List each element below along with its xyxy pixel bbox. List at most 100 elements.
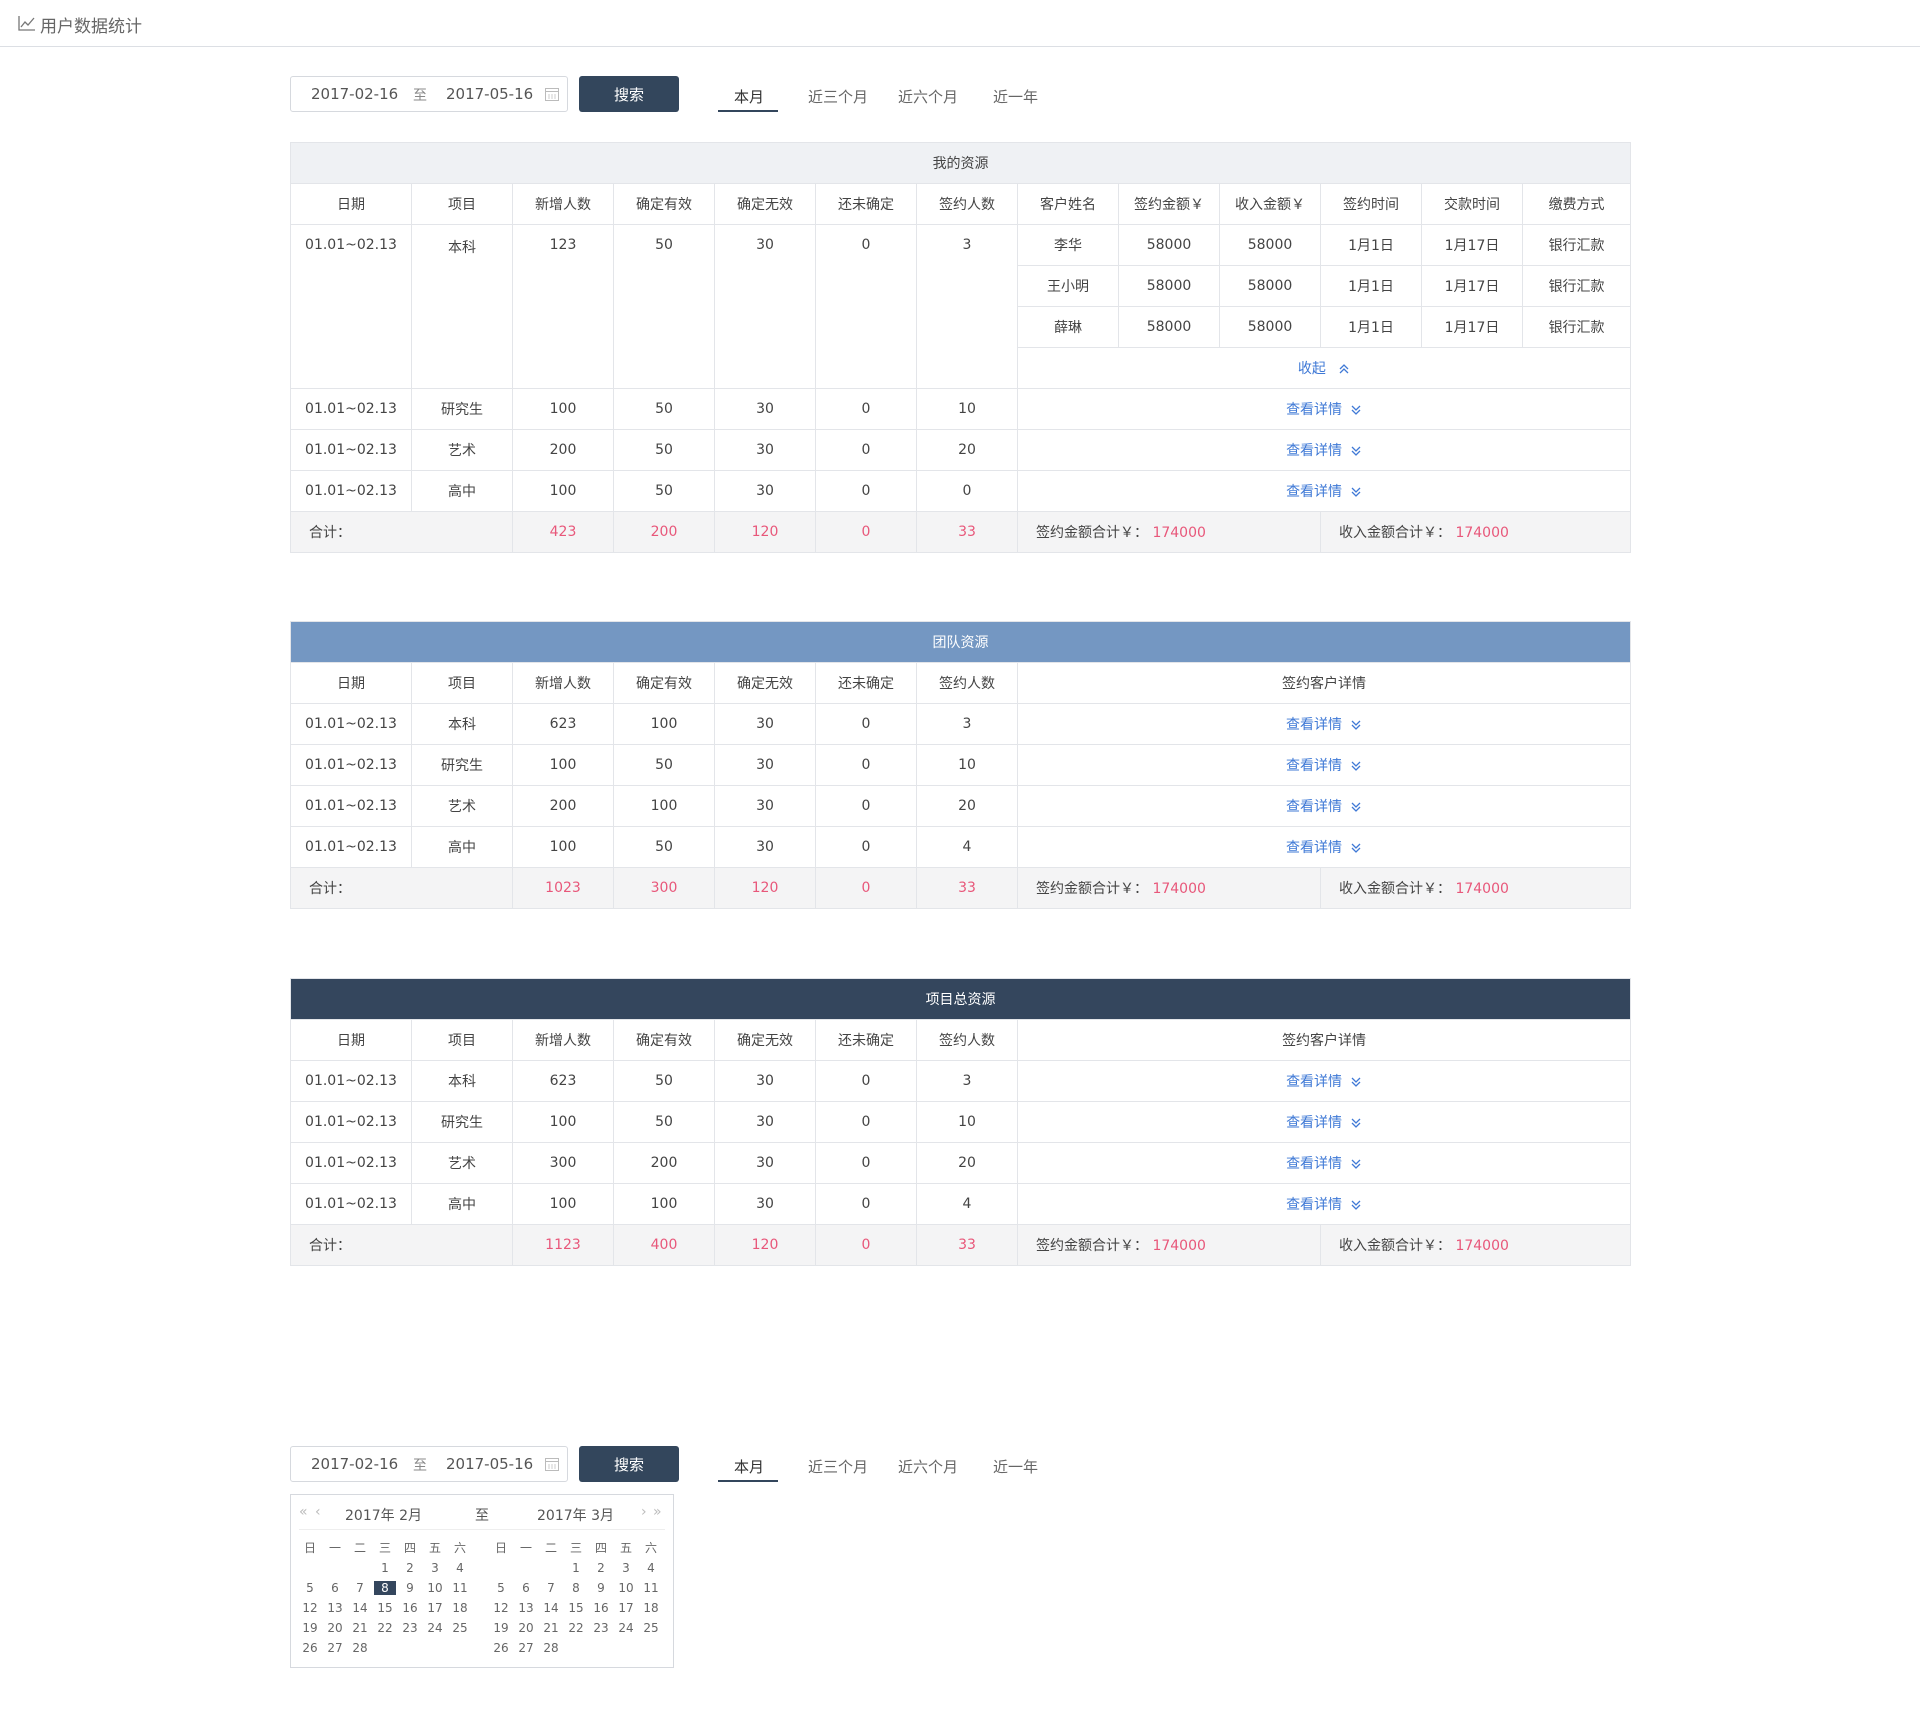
view-detail-link[interactable]: 查看详情 bbox=[1286, 1197, 1362, 1213]
calendar-day[interactable]: 11 bbox=[449, 1581, 471, 1595]
calendar-day[interactable]: 4 bbox=[449, 1561, 471, 1575]
calendar-day[interactable]: 11 bbox=[640, 1581, 662, 1595]
view-detail-link[interactable]: 查看详情 bbox=[1286, 758, 1362, 774]
calendar-day[interactable]: 4 bbox=[640, 1561, 662, 1575]
calendar-day[interactable]: 25 bbox=[640, 1621, 662, 1635]
calendar-day[interactable]: 8 bbox=[374, 1581, 396, 1595]
tab-three-months[interactable]: 近三个月 bbox=[808, 86, 868, 107]
calendar-day[interactable]: 6 bbox=[515, 1581, 537, 1595]
view-detail-link[interactable]: 查看详情 bbox=[1286, 443, 1362, 459]
calendar-day[interactable]: 17 bbox=[615, 1601, 637, 1615]
next-year-icon[interactable]: » bbox=[653, 1504, 662, 1520]
calendar-day[interactable]: 13 bbox=[324, 1601, 346, 1615]
tab-this-month[interactable]: 本月 bbox=[734, 86, 764, 107]
calendar-day[interactable]: 3 bbox=[424, 1561, 446, 1575]
calendar-day[interactable]: 9 bbox=[399, 1581, 421, 1595]
calendar-day[interactable]: 21 bbox=[540, 1621, 562, 1635]
calendar-day[interactable]: 5 bbox=[299, 1581, 321, 1595]
calendar-icon[interactable] bbox=[545, 87, 559, 101]
calendar-day[interactable]: 23 bbox=[399, 1621, 421, 1635]
calendar-day[interactable]: 15 bbox=[565, 1601, 587, 1615]
prev-month-icon[interactable]: ‹ bbox=[315, 1504, 321, 1520]
calendar-day[interactable]: 7 bbox=[349, 1581, 371, 1595]
calendar-day[interactable]: 22 bbox=[374, 1621, 396, 1635]
calendar-icon[interactable] bbox=[545, 1457, 559, 1471]
cell-new: 200 bbox=[512, 785, 614, 827]
cell-pending: 0 bbox=[815, 429, 917, 471]
calendar-day[interactable]: 16 bbox=[590, 1601, 612, 1615]
calendar-day[interactable]: 22 bbox=[565, 1621, 587, 1635]
calendar-day[interactable]: 27 bbox=[324, 1641, 346, 1655]
calendar-day[interactable]: 28 bbox=[349, 1641, 371, 1655]
calendar-day[interactable]: 12 bbox=[490, 1601, 512, 1615]
prev-year-icon[interactable]: « bbox=[299, 1504, 308, 1520]
calendar-day[interactable]: 9 bbox=[590, 1581, 612, 1595]
tab-three-months[interactable]: 近三个月 bbox=[808, 1456, 868, 1477]
end-date[interactable]: 2017-05-16 bbox=[446, 1455, 533, 1473]
view-detail-link[interactable]: 查看详情 bbox=[1286, 402, 1362, 418]
view-detail-label: 查看详情 bbox=[1286, 717, 1343, 733]
view-detail-link[interactable]: 查看详情 bbox=[1286, 799, 1362, 815]
view-detail-link[interactable]: 查看详情 bbox=[1286, 717, 1362, 733]
calendar-day[interactable]: 2 bbox=[590, 1561, 612, 1575]
cell-sign-time: 1月1日 bbox=[1320, 224, 1422, 266]
calendar-day[interactable]: 26 bbox=[299, 1641, 321, 1655]
calendar-day[interactable]: 28 bbox=[540, 1641, 562, 1655]
date-range-input[interactable]: 2017-02-16 至 2017-05-16 bbox=[290, 76, 568, 112]
calendar-day[interactable]: 26 bbox=[490, 1641, 512, 1655]
calendar-day[interactable]: 24 bbox=[424, 1621, 446, 1635]
cell-date: 01.01~02.13 bbox=[290, 703, 412, 745]
calendar-day[interactable]: 20 bbox=[324, 1621, 346, 1635]
tab-six-months[interactable]: 近六个月 bbox=[898, 1456, 958, 1477]
calendar-day[interactable]: 12 bbox=[299, 1601, 321, 1615]
cell-new: 200 bbox=[512, 429, 614, 471]
collapse-link[interactable]: 收起 bbox=[1298, 361, 1350, 377]
view-detail-link[interactable]: 查看详情 bbox=[1286, 1156, 1362, 1172]
calendar-day[interactable]: 18 bbox=[449, 1601, 471, 1615]
search-button[interactable]: 搜索 bbox=[579, 1446, 679, 1482]
calendar-day[interactable]: 24 bbox=[615, 1621, 637, 1635]
calendar-day[interactable]: 14 bbox=[540, 1601, 562, 1615]
start-date[interactable]: 2017-02-16 bbox=[311, 85, 398, 103]
calendar-day[interactable]: 5 bbox=[490, 1581, 512, 1595]
tab-one-year[interactable]: 近一年 bbox=[993, 1456, 1038, 1477]
calendar-day[interactable]: 19 bbox=[490, 1621, 512, 1635]
calendar-day[interactable]: 2 bbox=[399, 1561, 421, 1575]
calendar-day[interactable]: 7 bbox=[540, 1581, 562, 1595]
calendar-day[interactable]: 13 bbox=[515, 1601, 537, 1615]
search-button[interactable]: 搜索 bbox=[579, 76, 679, 112]
date-range-picker: « ‹ 2017年 2月 至 2017年 3月 › » 日一二三四五六12345… bbox=[290, 1494, 674, 1668]
tab-one-year[interactable]: 近一年 bbox=[993, 86, 1038, 107]
calendar-day[interactable]: 25 bbox=[449, 1621, 471, 1635]
view-detail-link[interactable]: 查看详情 bbox=[1286, 1074, 1362, 1090]
calendar-day[interactable]: 8 bbox=[565, 1581, 587, 1595]
calendar-day[interactable]: 23 bbox=[590, 1621, 612, 1635]
view-detail-label: 查看详情 bbox=[1286, 484, 1343, 500]
tab-six-months[interactable]: 近六个月 bbox=[898, 86, 958, 107]
calendar-day[interactable]: 18 bbox=[640, 1601, 662, 1615]
calendar-day[interactable]: 21 bbox=[349, 1621, 371, 1635]
calendar-day[interactable]: 1 bbox=[374, 1561, 396, 1575]
calendar-day[interactable]: 17 bbox=[424, 1601, 446, 1615]
end-date[interactable]: 2017-05-16 bbox=[446, 85, 533, 103]
date-range-input[interactable]: 2017-02-16 至 2017-05-16 bbox=[290, 1446, 568, 1482]
view-detail-link[interactable]: 查看详情 bbox=[1286, 484, 1362, 500]
calendar-day[interactable]: 14 bbox=[349, 1601, 371, 1615]
calendar-day[interactable]: 3 bbox=[615, 1561, 637, 1575]
calendar-day[interactable]: 10 bbox=[424, 1581, 446, 1595]
calendar-day[interactable]: 16 bbox=[399, 1601, 421, 1615]
calendar-day[interactable]: 6 bbox=[324, 1581, 346, 1595]
next-month-icon[interactable]: › bbox=[641, 1504, 647, 1520]
calendar-day[interactable]: 10 bbox=[615, 1581, 637, 1595]
view-detail-link[interactable]: 查看详情 bbox=[1286, 840, 1362, 856]
calendar-day[interactable]: 19 bbox=[299, 1621, 321, 1635]
calendar-day[interactable]: 15 bbox=[374, 1601, 396, 1615]
chevron-double-down-icon bbox=[1351, 1118, 1361, 1128]
start-date[interactable]: 2017-02-16 bbox=[311, 1455, 398, 1473]
view-detail-link[interactable]: 查看详情 bbox=[1286, 1115, 1362, 1131]
calendar-day[interactable]: 20 bbox=[515, 1621, 537, 1635]
sign-sum-label: 签约金额合计￥： bbox=[1036, 881, 1148, 897]
calendar-day[interactable]: 27 bbox=[515, 1641, 537, 1655]
tab-this-month[interactable]: 本月 bbox=[734, 1456, 764, 1477]
calendar-day[interactable]: 1 bbox=[565, 1561, 587, 1575]
